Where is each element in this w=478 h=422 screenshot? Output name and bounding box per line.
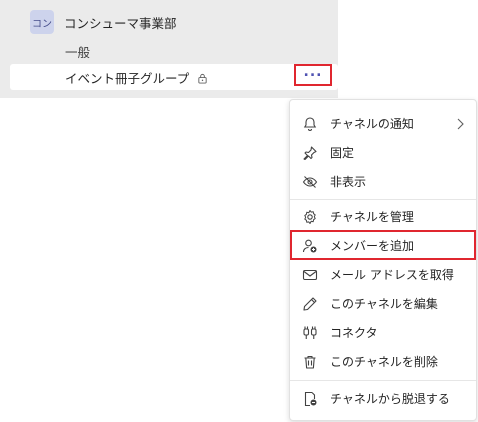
menu-item-label: チャネルから脱退する — [330, 391, 450, 406]
channel-item-selected[interactable]: イベント冊子グループ — [10, 64, 338, 90]
trash-icon — [302, 354, 318, 370]
menu-item-get-email[interactable]: メール アドレスを取得 — [290, 260, 476, 288]
menu-item-leave-channel[interactable]: チャネルから脱退する — [290, 384, 476, 412]
leave-icon — [302, 391, 318, 407]
menu-divider — [290, 199, 476, 200]
menu-item-label: 非表示 — [330, 174, 367, 189]
gear-icon — [302, 209, 318, 225]
more-options-button[interactable]: ... — [294, 64, 332, 86]
team-header[interactable]: コン コンシューマ事業部 — [30, 9, 177, 35]
channel-name: イベント冊子グループ — [65, 70, 190, 86]
more-icon: ... — [303, 64, 323, 80]
menu-item-label: メール アドレスを取得 — [330, 267, 454, 282]
pin-icon — [302, 145, 318, 161]
menu-item-label: このチャネルを削除 — [330, 354, 438, 369]
menu-item-manage-channel[interactable]: チャネルを管理 — [290, 202, 476, 230]
bell-icon — [302, 116, 318, 132]
menu-item-label: このチャネルを編集 — [330, 296, 438, 311]
chevron-right-icon — [454, 116, 466, 130]
menu-item-connectors[interactable]: コネクタ — [290, 318, 476, 346]
menu-divider — [290, 380, 476, 381]
lock-icon — [197, 72, 208, 84]
channel-label-row: イベント冊子グループ — [65, 64, 208, 90]
mail-icon — [302, 267, 318, 283]
menu-item-label: チャネルを管理 — [330, 209, 414, 224]
menu-item-hide[interactable]: 非表示 — [290, 167, 476, 195]
menu-item-edit-channel[interactable]: このチャネルを編集 — [290, 289, 476, 317]
menu-item-channel-notifications[interactable]: チャネルの通知 — [290, 109, 476, 137]
menu-item-label: コネクタ — [330, 325, 378, 340]
menu-item-label: 固定 — [330, 145, 355, 160]
channel-context-menu: チャネルの通知 固定 非表示 チャネルを管理 メンバーを追加 メール アドレスを… — [289, 99, 477, 421]
connector-icon — [302, 325, 318, 341]
menu-item-delete-channel[interactable]: このチャネルを削除 — [290, 347, 476, 375]
eye-off-icon — [302, 174, 318, 190]
team-name: コンシューマ事業部 — [64, 15, 177, 31]
channel-item-general[interactable]: 一般 — [65, 40, 90, 62]
menu-item-pin[interactable]: 固定 — [290, 138, 476, 166]
highlight-box — [290, 230, 476, 260]
team-avatar: コン — [30, 10, 54, 34]
menu-item-label: チャネルの通知 — [330, 116, 414, 131]
pencil-icon — [302, 296, 318, 312]
